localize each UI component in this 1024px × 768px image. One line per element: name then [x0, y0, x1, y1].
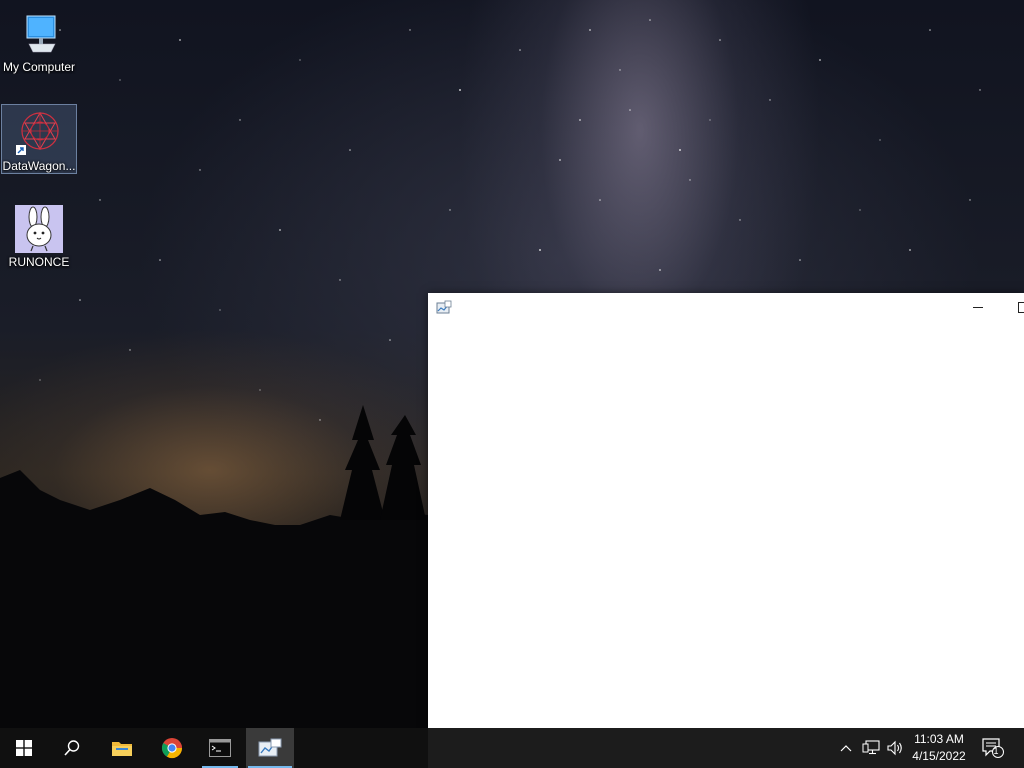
app-chart-icon — [258, 738, 282, 757]
computer-icon — [26, 15, 56, 53]
network-icon — [862, 740, 880, 755]
active-app-button[interactable] — [246, 728, 294, 768]
start-button[interactable] — [4, 728, 44, 768]
app-window[interactable] — [428, 293, 1024, 728]
chrome-button[interactable] — [152, 728, 192, 768]
clock-date: 4/15/2022 — [912, 749, 966, 763]
chevron-up-icon — [840, 745, 852, 752]
desktop-icon-label: DataWagon... — [2, 159, 76, 173]
clock[interactable]: 11:03 AM 4/15/2022 — [905, 728, 973, 768]
folder-icon — [112, 742, 132, 756]
desktop-icon-runonce[interactable]: RUNONCE — [1, 201, 77, 269]
notifications-button[interactable]: 1 — [978, 728, 1008, 768]
volume-icon — [887, 740, 902, 756]
terminal-button[interactable] — [200, 728, 240, 768]
desktop-icon-label: RUNONCE — [8, 255, 70, 269]
bunny-icon — [15, 205, 63, 253]
minimize-button[interactable] — [955, 293, 1001, 323]
window-content — [428, 323, 1024, 728]
network-button[interactable] — [860, 728, 882, 768]
terminal-icon — [209, 739, 231, 757]
desktop-icon-datawagon[interactable]: DataWagon... — [1, 104, 77, 174]
volume-button[interactable] — [884, 728, 906, 768]
desktop-icon-my-computer[interactable]: My Computer — [1, 6, 77, 74]
search-icon — [64, 740, 80, 756]
datawagon-icon — [16, 111, 59, 155]
app-chart-icon — [436, 300, 452, 316]
notification-count: 1 — [993, 746, 999, 756]
search-button[interactable] — [52, 728, 92, 768]
windows-logo-icon — [16, 740, 32, 756]
chrome-icon — [161, 738, 183, 759]
maximize-button[interactable] — [1001, 293, 1024, 323]
show-hidden-icons-button[interactable] — [836, 728, 856, 768]
window-titlebar[interactable] — [428, 293, 1024, 323]
desktop-icon-label: My Computer — [2, 60, 76, 74]
taskbar: 11:03 AM 4/15/2022 1 — [0, 728, 1024, 768]
file-explorer-button[interactable] — [102, 728, 142, 768]
clock-time: 11:03 AM — [914, 732, 964, 746]
